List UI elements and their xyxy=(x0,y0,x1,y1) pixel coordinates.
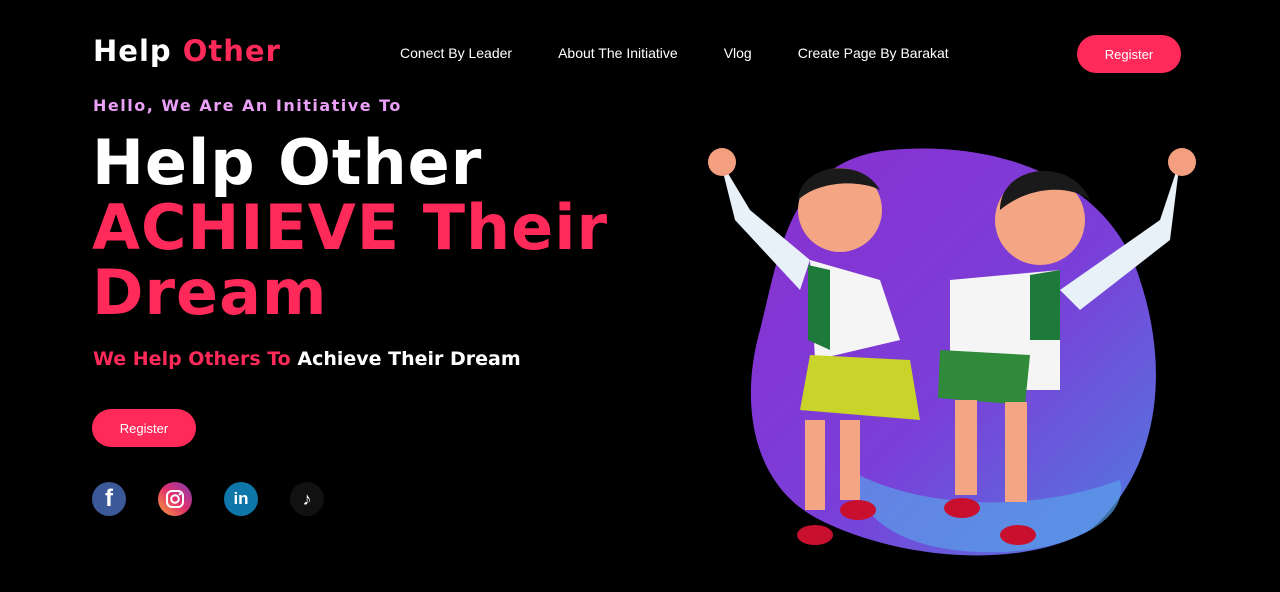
header-register-button[interactable]: Register xyxy=(1077,35,1181,73)
facebook-icon[interactable]: f xyxy=(92,482,126,516)
logo-text-accent: Other xyxy=(182,34,281,68)
nav-create-page[interactable]: Create Page By Barakat xyxy=(798,45,949,61)
social-links: f in ♪ xyxy=(92,482,324,516)
nav-conect-by-leader[interactable]: Conect By Leader xyxy=(400,45,512,61)
main-nav: Conect By Leader About The Initiative Vl… xyxy=(400,45,995,61)
headline-line-2: ACHIEVE Their xyxy=(92,191,609,264)
nav-about-initiative[interactable]: About The Initiative xyxy=(558,45,678,61)
hero-register-button[interactable]: Register xyxy=(92,409,196,447)
tiktok-icon[interactable]: ♪ xyxy=(290,482,324,516)
subtitle-red: We Help Others To xyxy=(93,348,291,370)
instagram-icon[interactable] xyxy=(158,482,192,516)
nav-vlog[interactable]: Vlog xyxy=(724,45,752,61)
hero-illustration xyxy=(708,148,1196,556)
instagram-glyph xyxy=(166,490,184,508)
subtitle-white: Achieve Their Dream xyxy=(297,348,521,370)
hero-headline: Help Other ACHIEVE Their Dream xyxy=(92,130,612,325)
hero-subtitle: We Help Others To Achieve Their Dream xyxy=(93,348,521,370)
logo-text-primary: Help xyxy=(93,34,172,68)
hero-intro: Hello, We Are An Initiative To xyxy=(93,96,402,115)
headline-line-3: Dream xyxy=(92,256,328,329)
headline-line-1: Help Other xyxy=(92,126,483,199)
linkedin-icon[interactable]: in xyxy=(224,482,258,516)
logo[interactable]: Help Other xyxy=(93,34,281,68)
